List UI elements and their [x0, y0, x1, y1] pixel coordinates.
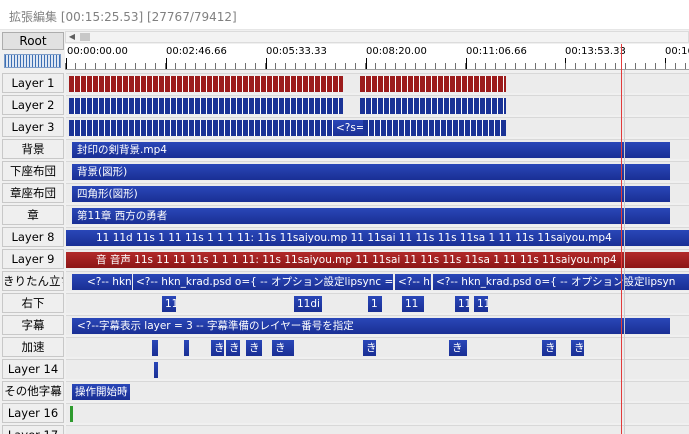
- clip-object[interactable]: [360, 76, 506, 92]
- clip-audio-series[interactable]: 11 11d 11s 1 11 11s 1 1 1 11: 11s 11saiy…: [66, 230, 689, 246]
- track-subtitles[interactable]: <?--字幕表示 layer = 3 -- 字幕準備のレイヤー番号を指定: [66, 315, 689, 335]
- clip-tiny[interactable]: き: [363, 340, 376, 356]
- clip-chapter-cushion[interactable]: 四角形(図形): [72, 186, 670, 202]
- clip-tiny[interactable]: き: [211, 340, 224, 356]
- title-bar: 拡張編集 [00:15:25.53] [27767/79412]: [0, 0, 689, 30]
- layer-header-16[interactable]: Layer 16: [2, 403, 64, 423]
- layer-header-14[interactable]: Layer 14: [2, 359, 64, 379]
- clip-tiny[interactable]: き: [571, 340, 584, 356]
- clip-audio-series[interactable]: 音 音声 11s 11 11 11s 1 1 1 11: 11s 11saiyo…: [66, 252, 689, 268]
- track-layer-3[interactable]: <?s=: [66, 117, 689, 137]
- clip-small[interactable]: 1: [368, 296, 382, 312]
- layer-header-3[interactable]: Layer 3: [2, 117, 64, 137]
- clip-other-subtitle[interactable]: 操作開始時: [72, 384, 130, 400]
- clip-tiny[interactable]: き: [246, 340, 262, 356]
- layer-header-4[interactable]: 背景: [2, 139, 64, 159]
- clip-psd-script[interactable]: <?-- hkn: [395, 274, 431, 290]
- root-button[interactable]: Root: [2, 32, 64, 50]
- end-marker-line: [624, 70, 625, 434]
- layer-header-6[interactable]: 章座布団: [2, 183, 64, 203]
- clip-small[interactable]: 11: [402, 296, 424, 312]
- ruler-minor-ticks: [65, 63, 689, 69]
- clip-script[interactable]: <?s=: [333, 120, 363, 136]
- layer-header-12[interactable]: 字幕: [2, 315, 64, 335]
- clip-tiny[interactable]: [152, 340, 158, 356]
- time-ruler[interactable]: 00:00:00.00 00:02:46.66 00:05:33.33 00:0…: [65, 44, 689, 70]
- layer-header-9[interactable]: Layer 9: [2, 249, 64, 269]
- track-chapter[interactable]: 第11章 西方の勇者: [66, 205, 689, 225]
- playhead-cursor[interactable]: [621, 44, 622, 434]
- ruler-label: 00:00:00.00: [67, 46, 128, 57]
- scroll-thumb[interactable]: [80, 33, 90, 41]
- layer-header-8[interactable]: Layer 8: [2, 227, 64, 247]
- ruler-label: 00:11:06.66: [466, 46, 527, 57]
- clip-subtitle-script[interactable]: <?--字幕表示 layer = 3 -- 字幕準備のレイヤー番号を指定: [72, 318, 670, 334]
- clip-marker[interactable]: [70, 406, 73, 422]
- layer-header-17[interactable]: Layer 17: [2, 425, 64, 434]
- clip-object[interactable]: [363, 120, 506, 136]
- track-lower-right[interactable]: 11 11di 1 11 11 11: [66, 293, 689, 313]
- ruler-label: 00:08:20.00: [366, 46, 427, 57]
- extended-edit-window: 拡張編集 [00:15:25.53] [27767/79412] Root ◀ …: [0, 0, 689, 434]
- track-layer-17[interactable]: [66, 425, 689, 434]
- layer-header-15[interactable]: その他字幕: [2, 381, 64, 401]
- track-chapter-cushion[interactable]: 四角形(図形): [66, 183, 689, 203]
- ruler-label: 00:16: [665, 46, 689, 57]
- clip-background-video[interactable]: 封印の剣背景.mp4: [72, 142, 670, 158]
- clip-small[interactable]: 11: [474, 296, 488, 312]
- layer-header-1[interactable]: Layer 1: [2, 73, 64, 93]
- clip-object[interactable]: [69, 98, 343, 114]
- clip-small[interactable]: 11: [162, 296, 176, 312]
- layer-header-13[interactable]: 加速: [2, 337, 64, 357]
- track-background[interactable]: 封印の剣背景.mp4: [66, 139, 689, 159]
- layer-scale-slider[interactable]: [4, 54, 61, 68]
- clip-lower-cushion[interactable]: 背景(図形): [72, 164, 670, 180]
- clip-small[interactable]: 11di: [294, 296, 322, 312]
- clip-psd-script[interactable]: <?-- hkn: [72, 274, 132, 290]
- clip-small[interactable]: 11: [455, 296, 469, 312]
- clip-object[interactable]: [360, 98, 506, 114]
- clip-tiny[interactable]: [184, 340, 189, 356]
- clip-psd-script[interactable]: <?-- hkn_krad.psd o={ -- オプション設定lipsyn: [433, 274, 689, 290]
- window-title: 拡張編集 [00:15:25.53] [27767/79412]: [9, 10, 237, 24]
- scroll-left-arrow-icon[interactable]: ◀: [66, 32, 78, 42]
- ruler-label: 00:13:53.33: [565, 46, 626, 57]
- layer-header-10[interactable]: きりたん立ち: [2, 271, 64, 291]
- clip-chapter-title[interactable]: 第11章 西方の勇者: [72, 208, 670, 224]
- layer-header-5[interactable]: 下座布団: [2, 161, 64, 181]
- clip-object[interactable]: [69, 120, 333, 136]
- ruler-label: 00:02:46.66: [166, 46, 227, 57]
- layer-header-7[interactable]: 章: [2, 205, 64, 225]
- clip-tiny[interactable]: [154, 362, 158, 378]
- layer-header-2[interactable]: Layer 2: [2, 95, 64, 115]
- clip-psd-script[interactable]: <?-- hkn_krad.psd o={ -- オプション設定lipsync …: [133, 274, 393, 290]
- clip-object[interactable]: [69, 76, 343, 92]
- track-layer-9[interactable]: 音 音声 11s 11 11 11s 1 1 1 11: 11s 11saiyo…: [66, 249, 689, 269]
- track-acceleration[interactable]: き き き き き き き き: [66, 337, 689, 357]
- track-layer-14[interactable]: [66, 359, 689, 379]
- track-lower-cushion[interactable]: 背景(図形): [66, 161, 689, 181]
- timeline-horizontal-scrollbar[interactable]: ◀: [65, 31, 689, 43]
- track-layer-1[interactable]: [66, 73, 689, 93]
- track-layer-2[interactable]: [66, 95, 689, 115]
- clip-tiny[interactable]: き: [226, 340, 240, 356]
- track-layer-8[interactable]: 11 11d 11s 1 11 11s 1 1 1 11: 11s 11saiy…: [66, 227, 689, 247]
- layer-header-11[interactable]: 右下: [2, 293, 64, 313]
- clip-tiny[interactable]: き: [449, 340, 467, 356]
- clip-tiny[interactable]: き: [272, 340, 294, 356]
- clip-tiny[interactable]: き: [542, 340, 556, 356]
- track-layer-16[interactable]: [66, 403, 689, 423]
- track-kiritan[interactable]: <?-- hkn <?-- hkn_krad.psd o={ -- オプション設…: [66, 271, 689, 291]
- ruler-label: 00:05:33.33: [266, 46, 327, 57]
- track-other-subtitles[interactable]: 操作開始時: [66, 381, 689, 401]
